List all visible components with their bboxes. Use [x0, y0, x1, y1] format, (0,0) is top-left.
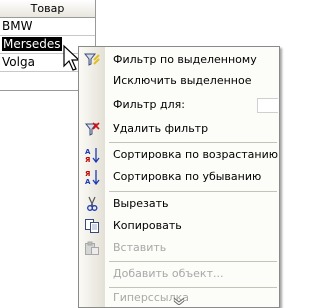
more-items-chevron-icon[interactable] — [171, 297, 187, 305]
menu-item-label: Сортировка по убыванию — [113, 170, 262, 183]
menu-item-label: Вставить — [113, 241, 167, 254]
menu-item-sort-descending[interactable]: Я А Сортировка по убыванию — [79, 166, 279, 187]
copy-icon — [85, 219, 99, 233]
menu-item-label: Фильтр по выделенному — [113, 53, 257, 66]
svg-text:Я: Я — [85, 170, 90, 178]
menu-separator — [109, 287, 277, 288]
menu-separator — [109, 142, 277, 143]
menu-item-label: Исключить выделенное — [113, 74, 252, 87]
menu-item-filter-by-selection[interactable]: Фильтр по выделенному — [79, 49, 279, 70]
menu-item-filter-for[interactable]: Фильтр для: — [79, 94, 279, 115]
menu-item-label: Сортировка по возрастанию — [113, 148, 279, 161]
menu-item-label: Добавить объект... — [113, 267, 224, 280]
cell-value-selected: Mersedes — [2, 37, 62, 51]
scissors-icon — [87, 196, 98, 211]
menu-separator — [109, 191, 277, 192]
menu-item-insert-object: Добавить объект... — [79, 263, 279, 284]
menu-item-paste: Вставить — [79, 237, 279, 258]
menu-item-label: Удалить фильтр — [113, 122, 209, 135]
menu-item-label: Копировать — [113, 219, 182, 232]
menu-separator — [109, 261, 277, 262]
filter-by-selection-icon — [84, 53, 100, 66]
column-header[interactable]: Товар — [0, 0, 95, 18]
svg-text:Я: Я — [85, 156, 90, 163]
remove-filter-icon — [84, 122, 100, 136]
menu-item-cut[interactable]: Вырезать — [79, 193, 279, 214]
context-menu: Фильтр по выделенному Исключить выделенн… — [78, 46, 280, 308]
filter-for-input[interactable] — [257, 98, 278, 113]
svg-text:А: А — [85, 148, 91, 156]
menu-item-sort-ascending[interactable]: А Я Сортировка по возрастанию — [79, 144, 279, 165]
menu-item-exclude-selection[interactable]: Исключить выделенное — [79, 70, 279, 91]
sort-descending-icon: Я А — [85, 170, 100, 185]
cell-value: BMW — [2, 19, 33, 33]
table-row[interactable]: BMW — [0, 18, 95, 36]
menu-item-copy[interactable]: Копировать — [79, 215, 279, 236]
cell-value: Volga — [2, 55, 35, 69]
svg-text:А: А — [85, 178, 91, 185]
menu-item-label: Вырезать — [113, 197, 169, 210]
sort-ascending-icon: А Я — [85, 148, 100, 163]
paste-icon — [85, 241, 99, 255]
menu-item-label: Фильтр для: — [113, 98, 185, 111]
menu-item-remove-filter[interactable]: Удалить фильтр — [79, 118, 279, 139]
